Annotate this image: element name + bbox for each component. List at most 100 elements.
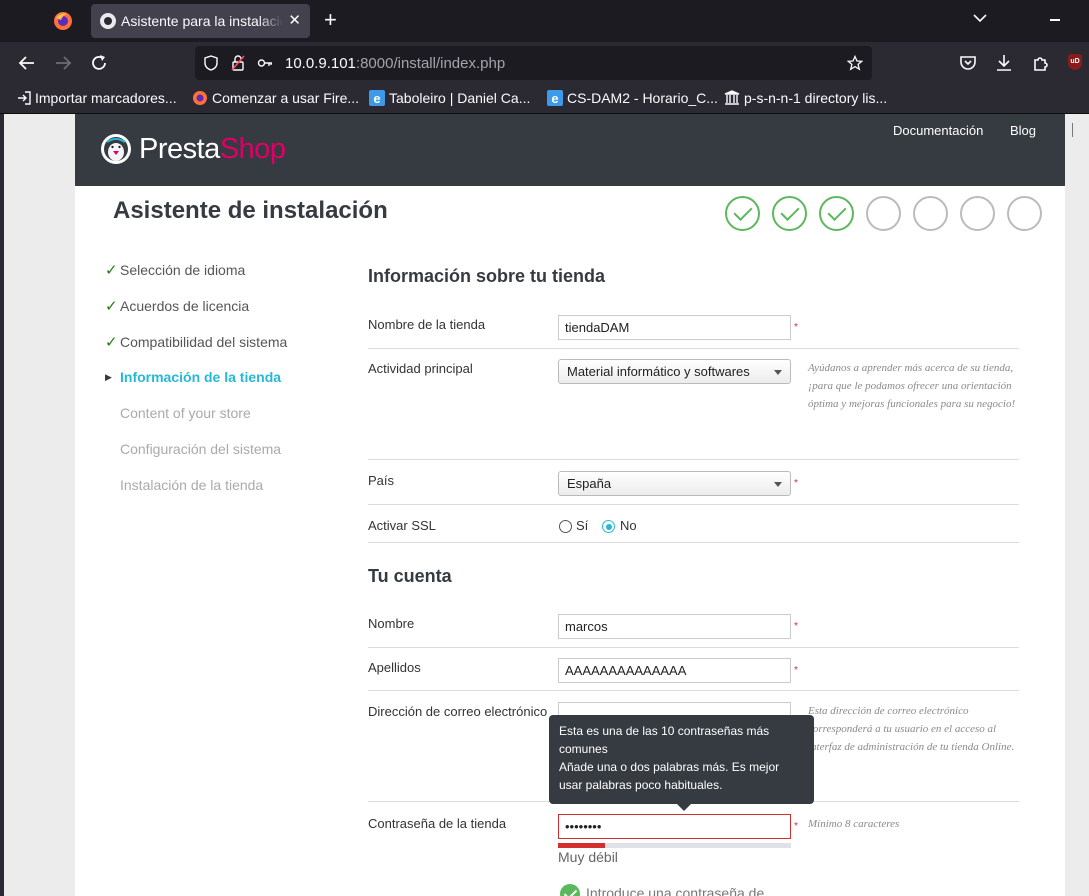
prestashop-logo[interactable]: PrestaShop bbox=[139, 133, 286, 166]
tab-title: Asistente para la instalación bbox=[121, 13, 283, 29]
bookmark-import[interactable]: Importar marcadores... bbox=[35, 90, 177, 106]
bookmark-firefox[interactable]: Comenzar a usar Fire... bbox=[212, 90, 359, 106]
ssl-no-radio[interactable] bbox=[602, 520, 615, 533]
password-hint-text: Introduce una contraseña de bbox=[586, 885, 765, 896]
first-name-label: Nombre bbox=[368, 616, 415, 631]
new-tab-icon[interactable]: + bbox=[324, 8, 337, 32]
country-selected-value: España bbox=[567, 476, 612, 491]
bookmarks-toolbar: Importar marcadores... Comenzar a usar F… bbox=[0, 84, 1089, 114]
password-tooltip: Esta es una de las 10 contraseñas más co… bbox=[549, 715, 814, 811]
pocket-icon[interactable] bbox=[958, 53, 978, 73]
page-title: Asistente de instalación bbox=[113, 197, 388, 224]
checkmark-icon: ✓ bbox=[105, 298, 118, 315]
required-mark: * bbox=[794, 478, 798, 489]
row-divider bbox=[368, 348, 1019, 349]
prestashop-penguin-icon bbox=[101, 134, 131, 164]
url-text[interactable]: 10.0.9.101:8000/install/index.php bbox=[285, 55, 505, 72]
installer-body: Asistente de instalación ✓ Selección de i… bbox=[75, 186, 1065, 896]
ublock-origin-icon[interactable]: uD bbox=[1068, 54, 1082, 70]
bookmark-star-icon[interactable] bbox=[847, 55, 863, 71]
bookmark-horario[interactable]: CS-DAM2 - Horario_C... bbox=[567, 90, 718, 106]
row-divider bbox=[368, 690, 1019, 691]
row-divider bbox=[368, 459, 1019, 460]
svg-text:e: e bbox=[373, 91, 380, 106]
ssl-no-label[interactable]: No bbox=[620, 518, 637, 533]
shield-icon[interactable] bbox=[203, 55, 219, 71]
sidebar-item-label: Información de la tienda bbox=[120, 369, 282, 385]
activity-help-text: Ayúdanos a aprender más acerca de su tie… bbox=[808, 362, 1016, 410]
logo-presta: Presta bbox=[139, 133, 220, 165]
insecure-lock-icon[interactable] bbox=[230, 55, 246, 71]
password-help-text: Mínimo 8 caracteres bbox=[808, 818, 900, 830]
activity-selected-value: Material informático y softwares bbox=[567, 364, 750, 379]
password-input[interactable] bbox=[558, 814, 791, 839]
header-link-separator bbox=[1072, 123, 1073, 137]
tab-close-icon[interactable]: ✕ bbox=[288, 11, 301, 29]
email-label: Dirección de correo electrónico bbox=[368, 704, 548, 719]
url-host: 10.0.9.101 bbox=[285, 55, 356, 72]
step-7 bbox=[1007, 196, 1042, 231]
sidebar-item-store-info[interactable]: ▶ Información de la tienda bbox=[105, 369, 281, 385]
sidebar-item-compatibility[interactable]: ✓ Compatibilidad del sistema bbox=[105, 333, 287, 351]
step-3-done bbox=[819, 196, 854, 231]
reload-icon[interactable] bbox=[89, 53, 109, 73]
firefox-view-icon[interactable] bbox=[52, 10, 74, 32]
bookmark-directory[interactable]: p-s-n-n-1 directory lis... bbox=[744, 90, 887, 106]
firefox-icon bbox=[193, 91, 207, 105]
sidebar-item-label: Compatibilidad del sistema bbox=[120, 334, 288, 350]
tooltip-line-1: Esta es una de las 10 contraseñas más co… bbox=[559, 724, 770, 756]
key-icon[interactable] bbox=[257, 55, 273, 71]
tab-list-chevron-icon[interactable] bbox=[972, 10, 988, 26]
navigation-toolbar: 10.0.9.101:8000/install/index.php uD bbox=[0, 42, 1089, 84]
row-divider bbox=[368, 647, 1019, 648]
url-path: :8000/install/index.php bbox=[355, 55, 506, 72]
page-viewport: PrestaShop Documentación Blog Asistente … bbox=[0, 114, 1089, 896]
required-mark: * bbox=[794, 621, 798, 632]
last-name-input[interactable] bbox=[558, 658, 791, 683]
ssl-yes-radio[interactable] bbox=[559, 520, 572, 533]
required-mark: * bbox=[794, 665, 798, 676]
sidebar-item-license[interactable]: ✓ Acuerdos de licencia bbox=[105, 297, 249, 315]
documentation-link[interactable]: Documentación bbox=[893, 123, 983, 138]
forward-icon[interactable] bbox=[53, 53, 73, 73]
step-5 bbox=[913, 196, 948, 231]
logo-shop: Shop bbox=[219, 133, 286, 165]
sidebar-item-label: Instalación de la tienda bbox=[120, 477, 264, 493]
password-strength-text: Muy débil bbox=[558, 849, 618, 865]
blog-link[interactable]: Blog bbox=[1010, 123, 1036, 138]
checkmark-icon: ✓ bbox=[105, 334, 118, 351]
checkmark-icon: ✓ bbox=[105, 262, 118, 279]
prestashop-header: PrestaShop Documentación Blog bbox=[75, 114, 1073, 186]
required-mark: * bbox=[794, 821, 798, 832]
activity-select[interactable]: Material informático y softwares bbox=[558, 359, 791, 384]
sidebar-item-language[interactable]: ✓ Selección de idioma bbox=[105, 261, 245, 279]
sidebar-item-label: Configuración del sistema bbox=[120, 441, 282, 457]
ssl-yes-label[interactable]: Sí bbox=[576, 518, 588, 533]
active-tab[interactable]: Asistente para la instalación ✕ bbox=[91, 4, 310, 38]
import-icon bbox=[18, 91, 31, 105]
svg-text:e: e bbox=[551, 91, 558, 106]
sidebar-item-label: Selección de idioma bbox=[120, 262, 246, 278]
row-divider bbox=[368, 542, 1019, 543]
step-4 bbox=[866, 196, 901, 231]
bookmark-taboleiro[interactable]: Taboleiro | Daniel Ca... bbox=[389, 90, 530, 106]
extensions-icon[interactable] bbox=[1031, 53, 1051, 73]
email-help-text: Esta dirección de correo electrónico cor… bbox=[808, 705, 1015, 753]
archive-icon bbox=[724, 90, 740, 105]
edge-icon: e bbox=[369, 90, 385, 106]
sidebar-item-system-config: Configuración del sistema bbox=[105, 441, 281, 457]
country-select[interactable]: España bbox=[558, 471, 791, 496]
downloads-icon[interactable] bbox=[994, 53, 1014, 73]
step-2-done bbox=[772, 196, 807, 231]
window-minimize-icon[interactable] bbox=[1050, 19, 1060, 21]
sidebar-item-label: Content of your store bbox=[120, 405, 251, 421]
password-label: Contraseña de la tienda bbox=[368, 816, 507, 831]
first-name-input[interactable] bbox=[558, 614, 791, 639]
sidebar-item-content: Content of your store bbox=[105, 405, 251, 421]
tooltip-line-2: Añade una o dos palabras más. Es mejor u… bbox=[559, 760, 780, 792]
back-icon[interactable] bbox=[17, 53, 37, 73]
browser-tab-bar: Asistente para la instalación ✕ + bbox=[0, 0, 1089, 42]
store-name-input[interactable] bbox=[558, 315, 791, 340]
url-bar[interactable]: 10.0.9.101:8000/install/index.php bbox=[195, 46, 872, 80]
left-edge-strip bbox=[0, 114, 4, 896]
